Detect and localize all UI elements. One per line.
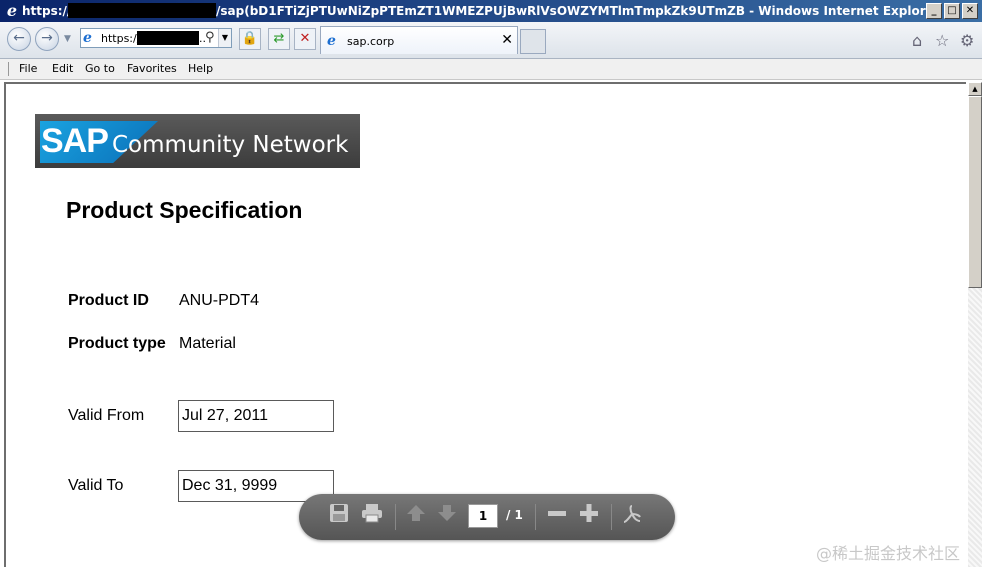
tab-close-icon[interactable]: ✕ [501, 32, 513, 48]
menu-file[interactable]: File [19, 62, 37, 75]
print-icon[interactable] [359, 503, 385, 529]
forward-button[interactable]: → [35, 27, 59, 51]
next-page-icon[interactable] [434, 503, 460, 529]
favorites-star-icon[interactable]: ☆ [935, 31, 949, 50]
sap-community-network-logo: SAP Community Network [35, 114, 360, 168]
tab-label: sap.corp [347, 35, 395, 48]
stop-icon[interactable]: ✕ [294, 28, 316, 50]
save-icon[interactable] [326, 503, 352, 529]
menu-edit[interactable]: Edit [52, 62, 73, 75]
previous-page-icon[interactable] [403, 503, 429, 529]
menu-bar: File Edit Go to Favorites Help [0, 59, 982, 80]
address-dropdown-icon[interactable]: ▼ [218, 29, 231, 47]
tab-sap-corp[interactable]: e sap.corp ✕ [320, 26, 518, 54]
pdf-toolbar: 1 / 1 [299, 494, 675, 540]
ie-page-icon: e [83, 30, 92, 46]
refresh-icon[interactable]: ⇄ [268, 28, 290, 50]
menu-grip [8, 62, 9, 76]
product-id-value: ANU-PDT4 [179, 292, 260, 309]
history-dropdown-icon[interactable]: ▼ [64, 34, 71, 44]
maximize-button[interactable]: □ [944, 3, 960, 19]
valid-from-label: Valid From [68, 407, 145, 424]
page-total: / 1 [506, 508, 523, 522]
gear-icon[interactable]: ⚙ [960, 31, 974, 50]
toolbar-separator [535, 504, 536, 530]
window-title-bar: e https:// /sap(bD1FTiZjPTUwNiZpPTEmZT1W… [0, 0, 982, 22]
valid-from-field[interactable]: Jul 27, 2011 [178, 400, 334, 432]
search-icon[interactable]: ⚲ [205, 30, 215, 45]
title-redaction [68, 3, 216, 18]
product-id-label: Product ID [68, 292, 149, 309]
zoom-out-icon[interactable] [544, 503, 570, 529]
menu-favorites[interactable]: Favorites [127, 62, 177, 75]
home-icon[interactable]: ⌂ [912, 31, 922, 50]
lock-icon[interactable]: 🔒 [239, 28, 261, 50]
tab-ie-icon: e [327, 33, 336, 49]
navigation-bar: ← → ▼ e https:// .. ⚲ ▼ 🔒 ⇄ ✕ e sap.corp… [0, 22, 982, 59]
minimize-button[interactable]: _ [926, 3, 942, 19]
ie-logo-icon: e [6, 1, 18, 20]
address-redaction [137, 31, 199, 45]
acrobat-icon[interactable] [619, 503, 645, 529]
valid-to-label: Valid To [68, 477, 124, 494]
address-bar[interactable]: e https:// .. ⚲ ▼ [80, 28, 232, 48]
title-url-prefix: https:// [22, 4, 72, 18]
product-type-label: Product type [68, 335, 166, 352]
vertical-scrollbar[interactable]: ▲ [968, 82, 982, 567]
scroll-thumb[interactable] [968, 96, 982, 288]
back-button[interactable]: ← [7, 27, 31, 51]
new-tab-button[interactable] [520, 29, 546, 54]
toolbar-separator [395, 504, 396, 530]
page-number-input[interactable]: 1 [468, 504, 498, 528]
window-title: /sap(bD1FTiZjPTUwNiZpPTEmZT1WMEZPUjBwRlV… [216, 4, 940, 18]
address-prefix: https:// [101, 32, 141, 45]
window-controls: _ □ ✕ [926, 3, 978, 19]
logo-network-text: Community Network [112, 132, 349, 158]
close-window-button[interactable]: ✕ [962, 3, 978, 19]
page-title: Product Specification [66, 197, 303, 223]
product-type-value: Material [179, 335, 236, 352]
scroll-up-icon[interactable]: ▲ [968, 82, 982, 96]
watermark-text: @稀土掘金技术社区 [816, 544, 961, 563]
logo-sap-text: SAP [41, 122, 109, 160]
menu-go-to[interactable]: Go to [85, 62, 115, 75]
menu-help[interactable]: Help [188, 62, 213, 75]
toolbar-separator [611, 504, 612, 530]
zoom-in-icon[interactable] [576, 503, 602, 529]
